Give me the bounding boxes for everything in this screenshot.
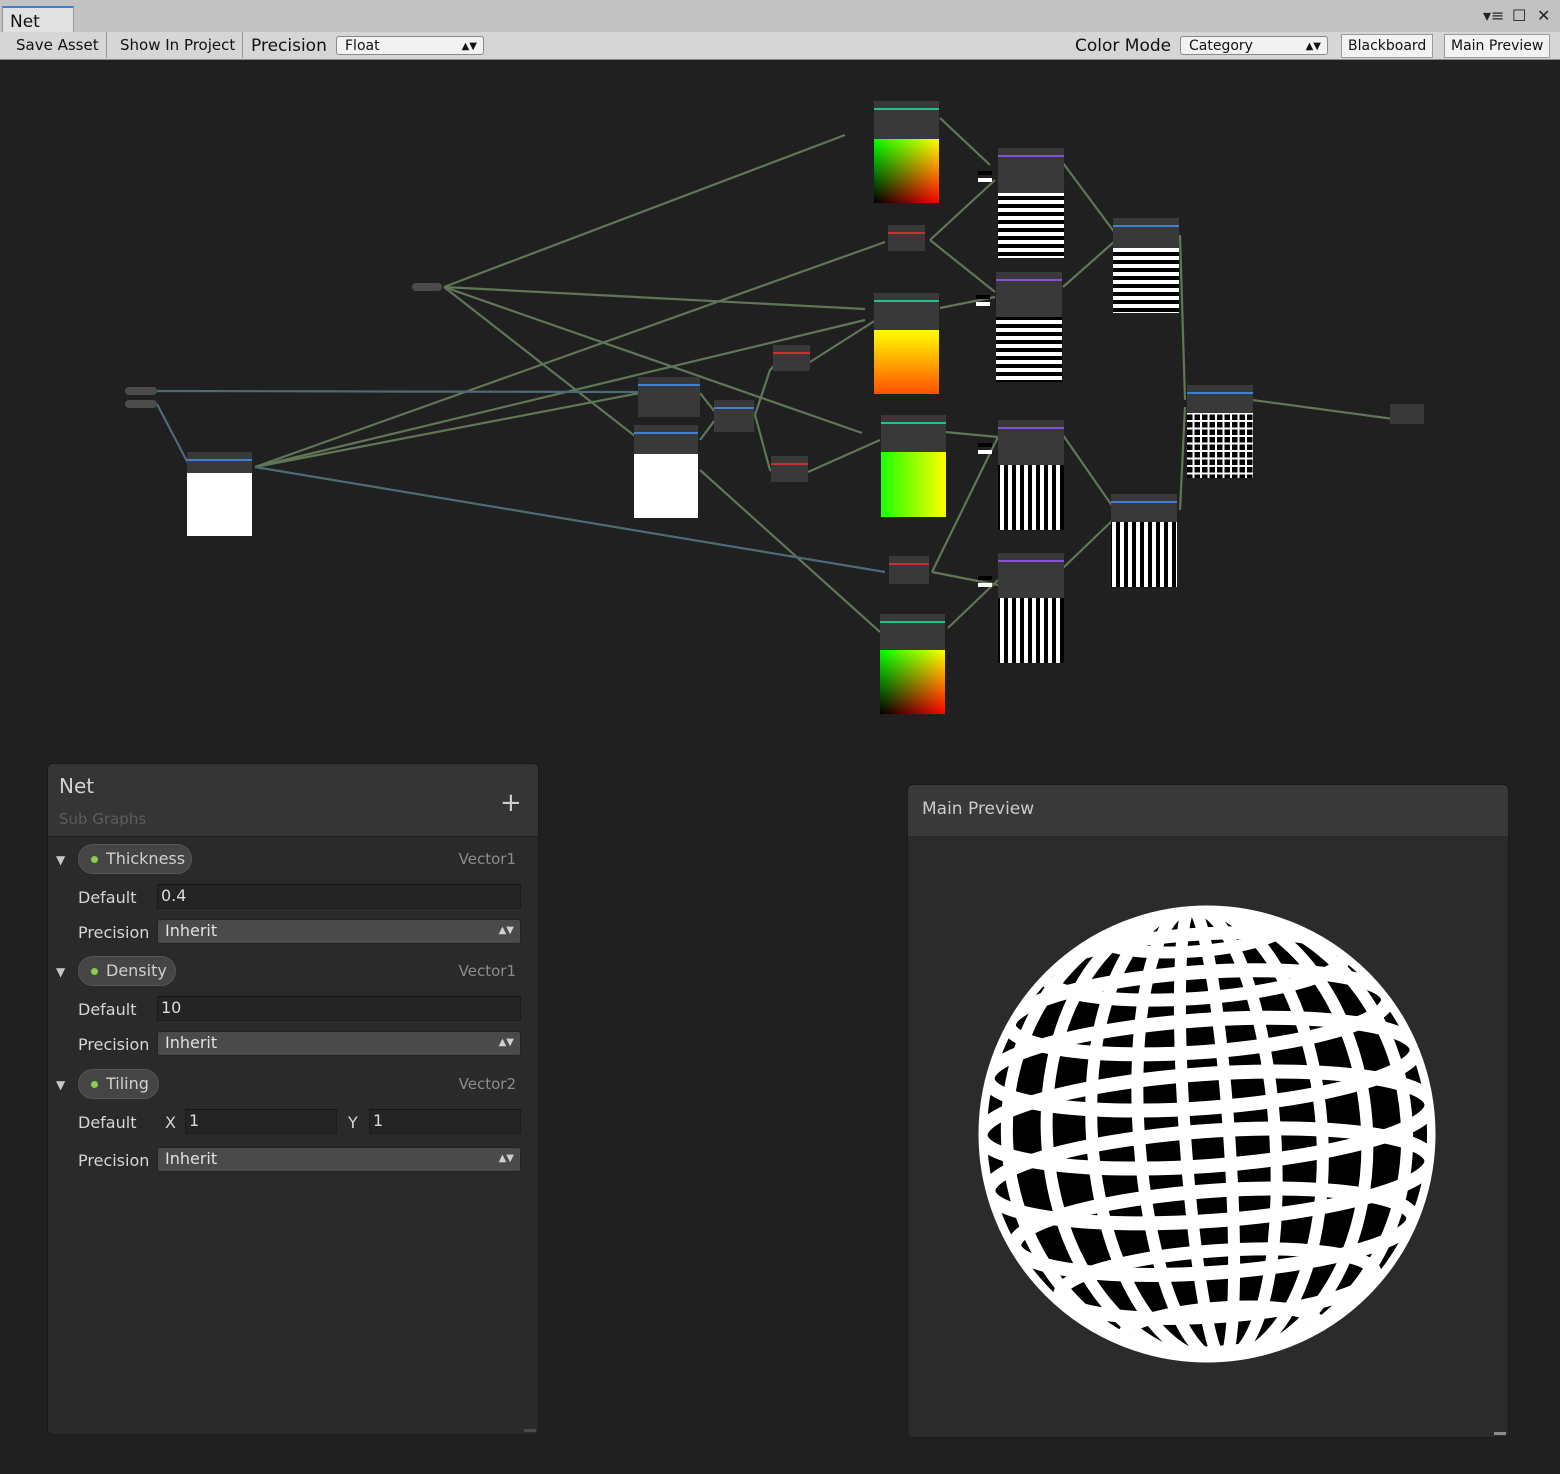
resize-handle[interactable] (524, 1429, 536, 1432)
property-pill-density[interactable]: Density (78, 956, 176, 986)
node-checkerboard-2 (996, 272, 1062, 382)
property-pill-tiling[interactable]: Tiling (78, 1069, 159, 1099)
main-preview-toggle-button[interactable]: Main Preview (1444, 34, 1551, 58)
dropdown-arrow-icon: ▲▼ (461, 41, 477, 52)
save-asset-button[interactable]: Save Asset (9, 32, 107, 58)
property-dot-icon (91, 1081, 98, 1088)
density-precision-dropdown[interactable]: Inherit ▲▼ (157, 1031, 521, 1056)
main-preview-title: Main Preview (922, 799, 1035, 819)
color-mode-label: Color Mode (1075, 36, 1172, 56)
preview-sphere[interactable] (976, 903, 1438, 1365)
default-label: Default (78, 1113, 137, 1132)
precision-value: Inherit (165, 1033, 218, 1052)
node-vector2-b (771, 456, 808, 482)
blackboard-title: Net (59, 774, 95, 798)
dropdown-arrow-icon: ▲▼ (1305, 41, 1321, 52)
default-label: Default (78, 1000, 137, 1019)
main-preview-panel: Main Preview (907, 784, 1509, 1438)
close-icon[interactable]: ✕ (1537, 7, 1550, 25)
node-checkerboard-4 (998, 553, 1064, 663)
chevron-down-icon[interactable]: ▼ (56, 965, 65, 979)
node-multiply-c (1111, 494, 1177, 587)
precision-value: Inherit (165, 921, 218, 940)
precision-label: Precision (78, 1035, 150, 1054)
dropdown-arrow-icon: ▲▼ (498, 1037, 514, 1048)
property-name: Thickness (106, 849, 186, 868)
show-in-project-button[interactable]: Show In Project (113, 32, 244, 58)
node-multiply-a (634, 425, 698, 518)
property-type: Vector1 (458, 962, 516, 980)
chevron-down-icon[interactable]: ▼ (56, 853, 65, 867)
chevron-down-icon[interactable]: ▼ (56, 1078, 65, 1092)
graph-edges (254, 117, 1395, 633)
tiling-x-input[interactable]: 1 (185, 1109, 337, 1134)
precision-dropdown[interactable]: Float ▲▼ (336, 36, 484, 55)
node-add (1187, 385, 1253, 478)
default-label: Default (78, 888, 137, 907)
blackboard-toggle-button[interactable]: Blackboard (1341, 34, 1434, 58)
maximize-icon[interactable]: ☐ (1512, 7, 1526, 25)
add-property-icon[interactable]: + (500, 790, 522, 816)
y-label: Y (348, 1113, 358, 1132)
dropdown-arrow-icon: ▲▼ (498, 1153, 514, 1164)
blackboard-panel: Net Sub Graphs + ▼ Thickness Vector1 Def… (47, 763, 539, 1435)
property-dot-icon (91, 856, 98, 863)
thickness-default-input[interactable]: 0.4 (157, 884, 521, 909)
node-vector2-c (888, 225, 925, 251)
dropdown-arrow-icon: ▲▼ (498, 925, 514, 936)
tab-net[interactable]: Net (2, 6, 74, 34)
node-floor (187, 452, 252, 536)
window-tab-bar: Net ▾≡ ☐ ✕ (0, 0, 1560, 34)
node-checkerboard-1 (998, 148, 1064, 258)
property-type: Vector2 (458, 1075, 516, 1093)
window-menu-icon[interactable]: ▾≡ (1483, 7, 1504, 25)
blackboard-subtitle: Sub Graphs (59, 810, 147, 828)
blackboard-header: Net Sub Graphs + (48, 764, 538, 837)
node-vector2-d (889, 556, 929, 584)
color-mode-value: Category (1189, 38, 1253, 54)
property-name: Density (106, 961, 167, 980)
property-pill-thickness[interactable]: Thickness (78, 844, 192, 874)
density-default-input[interactable]: 10 (157, 996, 521, 1021)
main-preview-header: Main Preview (908, 785, 1508, 836)
node-checkerboard-3 (998, 420, 1064, 530)
node-tiling-offset-4 (880, 614, 945, 714)
x-label: X (165, 1113, 176, 1132)
toolbar: Save Asset Show In Project Precision Flo… (0, 32, 1560, 60)
precision-label: Precision (78, 1151, 150, 1170)
precision-label: Precision (78, 923, 150, 942)
property-dot-icon (91, 968, 98, 975)
precision-value: Inherit (165, 1149, 218, 1168)
node-remap (638, 377, 700, 417)
tab-title: Net (10, 12, 40, 32)
color-swatches (976, 171, 992, 587)
precision-label: Precision (251, 36, 327, 56)
tiling-precision-dropdown[interactable]: Inherit ▲▼ (157, 1147, 521, 1172)
precision-value: Float (345, 38, 380, 54)
thickness-precision-dropdown[interactable]: Inherit ▲▼ (157, 919, 521, 944)
node-tiling-offset-2 (874, 293, 939, 394)
property-type: Vector1 (458, 850, 516, 868)
resize-handle[interactable] (1494, 1432, 1506, 1435)
node-vector2-a (773, 345, 810, 371)
node-output (1390, 404, 1424, 424)
tiling-y-input[interactable]: 1 (369, 1109, 521, 1134)
property-pills (125, 283, 442, 408)
property-name: Tiling (106, 1074, 149, 1093)
node-tiling-offset-1 (874, 101, 939, 203)
node-multiply-b (1113, 218, 1179, 313)
node-tiling-offset-3 (881, 415, 946, 517)
color-mode-dropdown[interactable]: Category ▲▼ (1180, 36, 1328, 55)
node-divide (714, 400, 754, 432)
